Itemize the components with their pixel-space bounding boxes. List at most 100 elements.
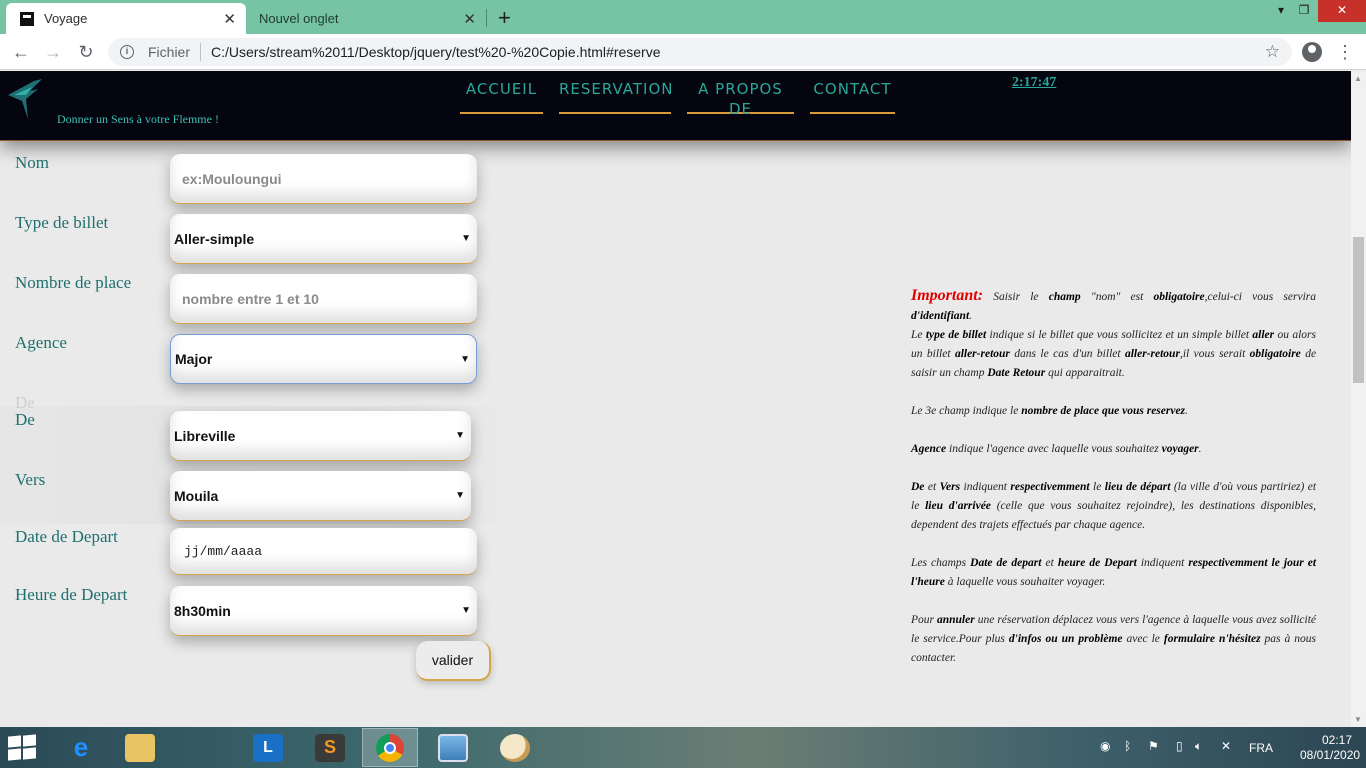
paint-icon <box>500 733 530 762</box>
info-text: et <box>1045 557 1054 569</box>
nav-a-propos[interactable]: A PROPOS DE <box>687 79 794 118</box>
info-paragraph: Pour annuler une réservation déplacez vo… <box>911 611 1316 668</box>
info-text: formulaire n'hésitez <box>1163 633 1261 645</box>
sublime-icon: S <box>315 733 345 762</box>
site-header: Donner un Sens à votre Flemme ! ACCUEIL … <box>0 71 1351 141</box>
url-text[interactable]: C:/Users/stream%2011/Desktop/jquery/test… <box>211 44 661 60</box>
info-text: nombre de place que vous reservez <box>1021 405 1186 417</box>
scrollbar-thumb[interactable] <box>1353 237 1364 383</box>
nombre-place-input[interactable]: nombre entre 1 et 10 <box>170 274 477 324</box>
battery-icon[interactable]: ▯ <box>1176 739 1183 753</box>
system-date: 08/01/2020 <box>1300 748 1361 762</box>
page-favicon-icon <box>20 11 34 26</box>
info-panel: Important: Saisir le champ "nom" est obl… <box>911 286 1316 687</box>
info-text: avec le <box>1126 633 1160 645</box>
info-text: respectivemment <box>1010 481 1090 493</box>
browser-toolbar: ← → ↻ i Fichier C:/Users/stream%2011/Des… <box>0 34 1366 70</box>
date-depart-input[interactable]: jj/mm/aaaa <box>170 528 477 575</box>
power-icon[interactable]: ✕ <box>1221 739 1231 753</box>
valider-button[interactable]: valider <box>416 641 491 681</box>
taskbar-lync[interactable]: L <box>240 728 296 767</box>
label-type-billet: Type de billet <box>15 213 109 232</box>
nom-input[interactable]: ex:Mouloungui <box>170 154 477 204</box>
taskbar-chrome[interactable] <box>362 728 418 767</box>
nav-accueil[interactable]: ACCUEIL <box>460 79 543 114</box>
clock: 2:17:47 <box>1012 75 1057 90</box>
profile-icon[interactable] <box>1302 42 1322 62</box>
bluetooth-icon[interactable]: ᛒ <box>1124 739 1131 753</box>
close-tab-icon[interactable]: ✕ <box>223 10 236 28</box>
taskbar-explorer[interactable] <box>112 728 168 767</box>
info-icon[interactable]: i <box>120 45 134 59</box>
info-text: d'identifiant <box>911 310 970 322</box>
scroll-up-icon[interactable]: ▲ <box>1354 74 1362 83</box>
label-nombre-place: Nombre de place <box>15 273 132 292</box>
network-icon[interactable]: ◉ <box>1100 739 1110 753</box>
back-button[interactable]: ← <box>9 40 33 64</box>
info-paragraph: De et Vers indiquent respectivemment le … <box>911 478 1316 535</box>
chevron-down-icon: ▼ <box>461 233 471 244</box>
taskbar-sublime[interactable]: S <box>302 728 358 767</box>
info-text: Agence <box>911 443 947 455</box>
info-text: obligatoire <box>1249 348 1301 360</box>
vers-value: Mouila <box>174 487 219 504</box>
info-paragraph: Les champs Date de depart et heure de De… <box>911 554 1316 592</box>
info-text: "nom" est <box>1090 291 1144 303</box>
agence-select[interactable]: Major ▼ <box>170 334 477 384</box>
reload-button[interactable]: ↻ <box>74 40 98 64</box>
taskbar-photos[interactable] <box>425 728 481 767</box>
info-text: aller <box>1252 329 1275 341</box>
url-scheme-label: Fichier <box>148 44 191 60</box>
url-separator <box>200 43 202 61</box>
info-text: le <box>1093 481 1102 493</box>
info-paragraph: Le 3e champ indique le nombre de place q… <box>911 402 1316 421</box>
window-close-button[interactable]: ✕ <box>1318 0 1366 22</box>
info-text: . <box>1185 405 1188 417</box>
info-text: et <box>927 481 937 493</box>
info-text: indiquent <box>963 481 1007 493</box>
flag-icon[interactable]: ⚑ <box>1148 739 1159 753</box>
site-tagline: Donner un Sens à votre Flemme ! <box>57 112 219 126</box>
heure-depart-select[interactable]: 8h30min ▼ <box>170 586 477 636</box>
bookmark-star-icon[interactable]: ☆ <box>1265 42 1280 62</box>
type-billet-select[interactable]: Aller-simple ▼ <box>170 214 477 264</box>
taskbar-ie[interactable]: e <box>53 728 109 767</box>
label-de: De <box>15 410 35 429</box>
tab-separator <box>486 9 487 27</box>
de-select[interactable]: Libreville ▼ <box>170 411 471 461</box>
system-time: 02:17 <box>1321 733 1352 747</box>
tab-title: Nouvel onglet <box>259 11 339 26</box>
browser-menu-icon[interactable]: ⋮ <box>1336 40 1354 64</box>
volume-icon[interactable]: 🔈︎ <box>1195 739 1202 754</box>
restore-button[interactable]: ❐ <box>1289 0 1319 22</box>
address-bar[interactable]: i Fichier C:/Users/stream%2011/Desktop/j… <box>108 38 1292 66</box>
tab-voyage[interactable]: Voyage ✕ <box>6 3 246 34</box>
info-text: aller-retour <box>954 348 1010 360</box>
info-text: . <box>1198 443 1202 455</box>
info-text: dans le cas d'un billet <box>1014 348 1121 360</box>
page-scrollbar[interactable]: ▲ ▼ <box>1351 71 1366 727</box>
nav-reservation[interactable]: RESERVATION <box>559 79 673 114</box>
info-text: voyager <box>1161 443 1199 455</box>
nav-contact[interactable]: CONTACT <box>810 79 895 114</box>
page-content: Donner un Sens à votre Flemme ! ACCUEIL … <box>0 71 1351 727</box>
new-tab-button[interactable]: + <box>498 5 511 31</box>
info-text: De <box>911 481 925 493</box>
system-clock[interactable]: 02:17 08/01/2020 <box>1300 733 1361 763</box>
vers-select[interactable]: Mouila ▼ <box>170 471 471 521</box>
taskbar-paint[interactable] <box>487 728 543 767</box>
important-label: Important: <box>911 287 984 304</box>
type-billet-value: Aller-simple <box>174 230 255 247</box>
info-text: indique l'agence avec laquelle vous souh… <box>949 443 1159 455</box>
forward-button[interactable]: → <box>41 40 65 64</box>
close-tab-icon[interactable]: ✕ <box>463 10 476 28</box>
label-nom: Nom <box>15 153 49 172</box>
chevron-down-icon: ▼ <box>455 430 465 441</box>
chevron-down-icon: ▼ <box>460 353 470 365</box>
scroll-down-icon[interactable]: ▼ <box>1354 715 1362 724</box>
language-indicator[interactable]: FRA <box>1249 741 1273 755</box>
windows-start-icon[interactable] <box>8 734 38 761</box>
info-text: heure de Depart <box>1057 557 1137 569</box>
tab-nouvel-onglet[interactable]: Nouvel onglet ✕ <box>246 3 486 34</box>
info-text: ,celui-ci vous servira <box>1204 291 1316 303</box>
